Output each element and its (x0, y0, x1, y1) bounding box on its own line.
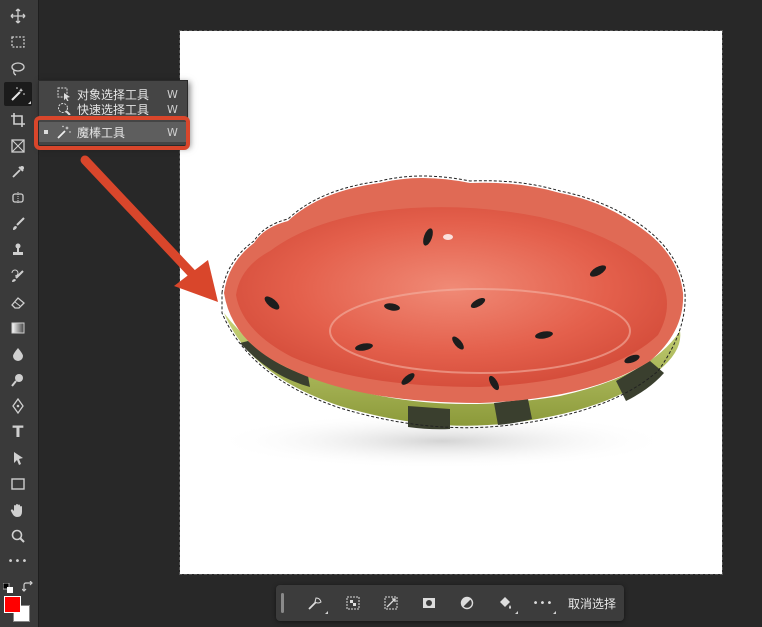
more-icon[interactable]: ••• (4, 550, 32, 574)
flyout-item-shortcut: W (167, 103, 178, 115)
mask-icon[interactable] (410, 589, 448, 617)
default-colors-icon[interactable] (2, 578, 13, 593)
crop-icon[interactable] (4, 108, 32, 132)
type-icon[interactable]: T (4, 420, 32, 444)
annotation-arrow (80, 155, 218, 302)
flyout-item-label: 快速选择工具 (77, 103, 150, 115)
object-selection-icon (57, 87, 71, 101)
brush-icon[interactable] (4, 212, 32, 236)
flyout-item-object-selection[interactable]: 对象选择工具 W (39, 84, 187, 104)
marquee-icon[interactable] (4, 30, 32, 54)
history-brush-icon[interactable] (4, 264, 32, 288)
hand-icon[interactable] (4, 498, 32, 522)
flyout-item-shortcut: W (167, 87, 178, 101)
frame-icon[interactable] (4, 134, 32, 158)
eraser-icon[interactable] (4, 290, 32, 314)
deselect-button[interactable]: 取消选择 (568, 595, 616, 612)
refine-edge-icon[interactable] (334, 589, 372, 617)
document-canvas[interactable] (179, 30, 723, 575)
quick-selection-icon (57, 103, 71, 115)
taskbar-more-label: ••• (532, 597, 554, 609)
stamp-icon[interactable] (4, 238, 32, 262)
tools-panel: T ••• (0, 0, 39, 627)
gradient-icon[interactable] (4, 316, 32, 340)
contextual-task-bar: ••• 取消选择 (276, 585, 624, 621)
foreground-color-swatch[interactable] (4, 596, 21, 613)
lasso-icon[interactable] (4, 56, 32, 80)
rectangle-icon[interactable] (4, 472, 32, 496)
watermelon-bowl-image (212, 175, 686, 469)
invert-selection-icon[interactable] (372, 589, 410, 617)
taskbar-grip-handle[interactable] (281, 593, 284, 613)
fill-icon[interactable] (486, 589, 524, 617)
type-tool-label: T (12, 422, 24, 441)
zoom-icon[interactable] (4, 524, 32, 548)
more-tools-label: ••• (7, 556, 29, 567)
pen-icon[interactable] (4, 394, 32, 418)
magic-wand-icon[interactable] (4, 82, 32, 106)
flyout-item-quick-selection[interactable]: 快速选择工具 W (39, 103, 187, 115)
more-icon[interactable]: ••• (524, 589, 562, 617)
dodge-icon[interactable] (4, 368, 32, 392)
blur-icon[interactable] (4, 342, 32, 366)
healing-brush-icon[interactable] (4, 186, 32, 210)
annotation-highlight-box (34, 116, 190, 150)
path-select-icon[interactable] (4, 446, 32, 470)
eyedropper-icon[interactable] (4, 160, 32, 184)
swap-colors-icon[interactable] (21, 578, 34, 592)
flyout-item-label: 对象选择工具 (77, 87, 150, 102)
adjustment-icon[interactable] (448, 589, 486, 617)
select-subject-icon[interactable] (296, 589, 334, 617)
move-icon[interactable] (4, 4, 32, 28)
